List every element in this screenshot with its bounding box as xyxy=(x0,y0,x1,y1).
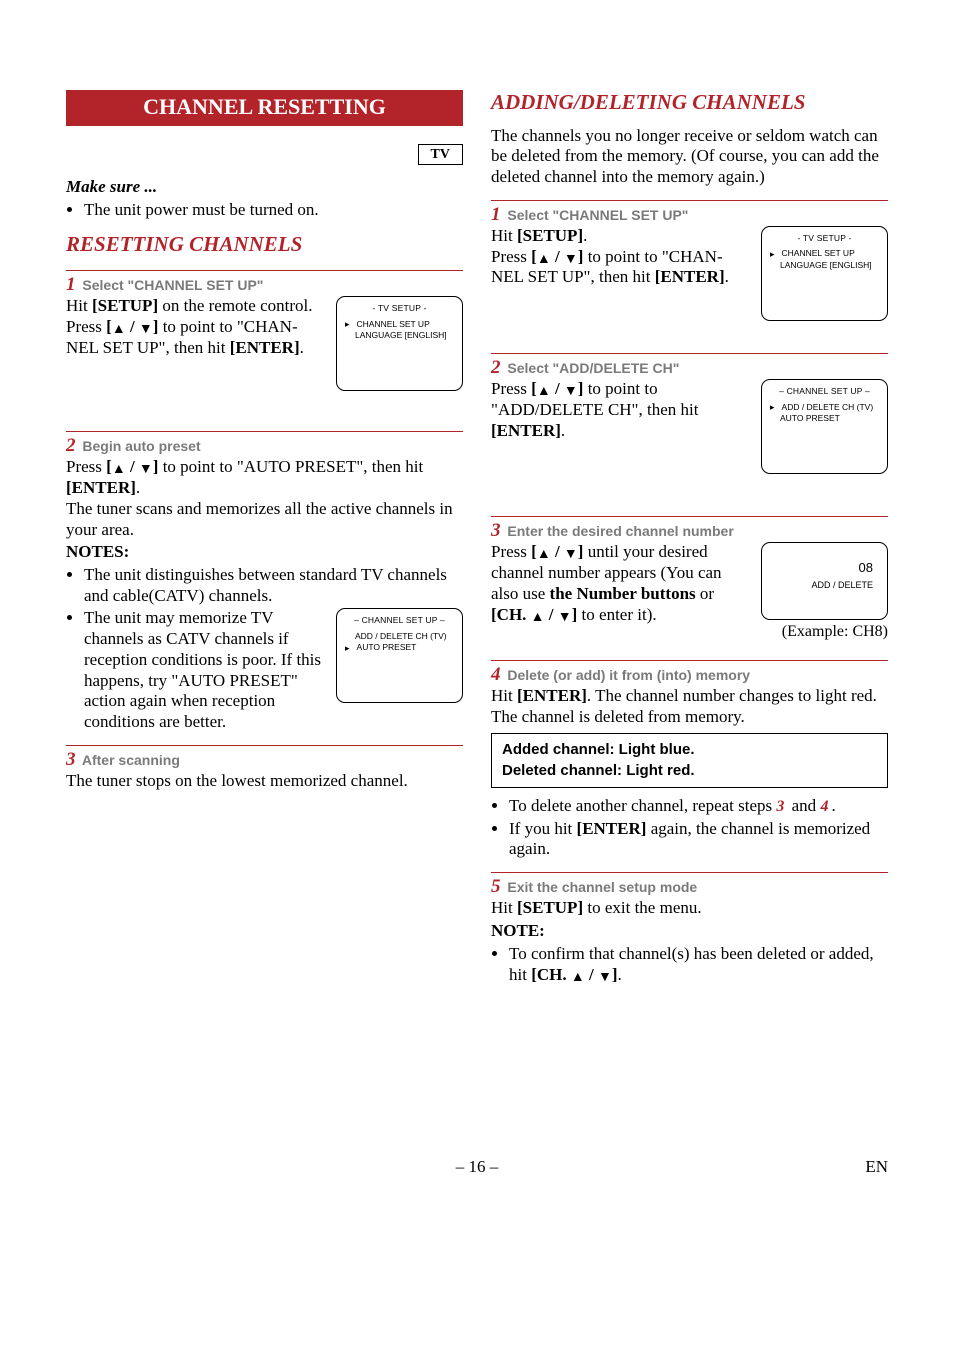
osd-auto-preset-row: AUTO PRESET xyxy=(780,413,879,424)
make-sure-list: The unit power must be turned on. xyxy=(66,200,463,221)
lang-code: EN xyxy=(865,1157,888,1178)
down-triangle-icon: ▼ xyxy=(139,323,153,337)
up-triangle-icon: ▲ xyxy=(537,385,551,399)
osd-tv-setup: - TV SETUP - CHANNEL SET UP LANGUAGE [EN… xyxy=(761,226,888,321)
right-step1-body: Hit [SETUP]. Press [▲ / ▼] to point to "… xyxy=(491,226,753,288)
right-step2-body: Press [▲ / ▼] to point to "ADD/DELETE CH… xyxy=(491,379,753,441)
osd-channel-setup-row: CHANNEL SET UP xyxy=(770,248,879,259)
page-number: – 16 – xyxy=(456,1157,499,1178)
up-triangle-icon: ▲ xyxy=(112,323,126,337)
left-step3-body: The tuner stops on the lowest memorized … xyxy=(66,771,463,792)
step5-note: To confirm that channel(s) has been dele… xyxy=(509,944,888,985)
osd-language-row: LANGUAGE [ENGLISH] xyxy=(355,330,454,341)
note-item: The unit distinguishes between standard … xyxy=(84,565,463,606)
tv-badge: TV xyxy=(418,144,463,165)
right-step2-head: 2 Select "ADD/DELETE CH" xyxy=(491,356,888,379)
deleted-channel-line: Deleted channel: Light red. xyxy=(502,761,877,781)
osd-add-delete-row: ADD / DELETE CH (TV) xyxy=(355,631,454,642)
up-triangle-icon: ▲ xyxy=(112,463,126,477)
section-title-chip: CHANNEL RESETTING xyxy=(66,90,463,126)
up-triangle-icon: ▲ xyxy=(531,611,545,625)
right-column: ADDING/DELETING CHANNELS The channels yo… xyxy=(491,90,888,997)
osd-add-delete-row: ADD / DELETE CH (TV) xyxy=(770,402,879,413)
example-label: (Example: CH8) xyxy=(761,622,888,642)
right-step4-body: Hit [ENTER]. The channel number changes … xyxy=(491,686,888,727)
note-label: NOTE: xyxy=(491,921,888,942)
right-step5-head: 5 Exit the channel setup mode xyxy=(491,875,888,898)
down-triangle-icon: ▼ xyxy=(564,385,578,399)
left-step1-body: Hit [SETUP] on the remote control. Press… xyxy=(66,296,328,358)
up-triangle-icon: ▲ xyxy=(571,971,585,985)
right-step3-body: Press [▲ / ▼] until your desired channel… xyxy=(491,542,753,625)
right-step3-head: 3 Enter the desired channel number xyxy=(491,519,888,542)
osd-add-delete-label: ADD / DELETE xyxy=(770,579,873,591)
left-step2-body: Press [▲ / ▼] to point to "AUTO PRESET",… xyxy=(66,457,463,733)
adding-deleting-heading: ADDING/DELETING CHANNELS xyxy=(491,90,888,116)
down-triangle-icon: ▼ xyxy=(558,611,572,625)
adding-deleting-lead: The channels you no longer receive or se… xyxy=(491,126,888,188)
osd-channel-setup-menu: – CHANNEL SET UP – ADD / DELETE CH (TV) … xyxy=(336,608,463,703)
osd-language-row: LANGUAGE [ENGLISH] xyxy=(780,260,879,271)
left-step2-head: 2 Begin auto preset xyxy=(66,434,463,457)
right-step5-body: Hit [SETUP] to exit the menu. NOTE: To c… xyxy=(491,898,888,985)
notes-label: NOTES: xyxy=(66,542,463,563)
down-triangle-icon: ▼ xyxy=(598,971,612,985)
make-sure-label: Make sure ... xyxy=(66,177,463,198)
left-step3-head: 3 After scanning xyxy=(66,748,463,771)
down-triangle-icon: ▼ xyxy=(139,463,153,477)
page-footer: – 16 – EN xyxy=(66,1157,888,1178)
osd-channel-setup-menu: – CHANNEL SET UP – ADD / DELETE CH (TV) … xyxy=(761,379,888,474)
osd-channel-number-value: 08 xyxy=(770,559,873,577)
resetting-channels-heading: RESETTING CHANNELS xyxy=(66,232,463,258)
make-sure-item: The unit power must be turned on. xyxy=(84,200,463,221)
left-step1-head: 1 Select "CHANNEL SET UP" xyxy=(66,273,463,296)
left-column: CHANNEL RESETTING TV Make sure ... The u… xyxy=(66,90,463,997)
note-item: The unit may memorize TV channels as CAT… xyxy=(84,608,463,732)
osd-tv-setup: - TV SETUP - CHANNEL SET UP LANGUAGE [EN… xyxy=(336,296,463,391)
osd-channel-setup-row: CHANNEL SET UP xyxy=(345,319,454,330)
up-triangle-icon: ▲ xyxy=(537,548,551,562)
down-triangle-icon: ▼ xyxy=(564,548,578,562)
right-step1-head: 1 Select "CHANNEL SET UP" xyxy=(491,203,888,226)
step4-bullet: If you hit [ENTER] again, the channel is… xyxy=(509,819,888,860)
right-step4-head: 4 Delete (or add) it from (into) memory xyxy=(491,663,888,686)
osd-channel-number: 08 ADD / DELETE xyxy=(761,542,888,620)
down-triangle-icon: ▼ xyxy=(564,253,578,267)
added-channel-line: Added channel: Light blue. xyxy=(502,740,877,760)
up-triangle-icon: ▲ xyxy=(537,253,551,267)
step4-bullet: To delete another channel, repeat steps … xyxy=(509,796,888,817)
color-info-box: Added channel: Light blue. Deleted chann… xyxy=(491,733,888,788)
osd-auto-preset-row: AUTO PRESET xyxy=(345,642,454,653)
